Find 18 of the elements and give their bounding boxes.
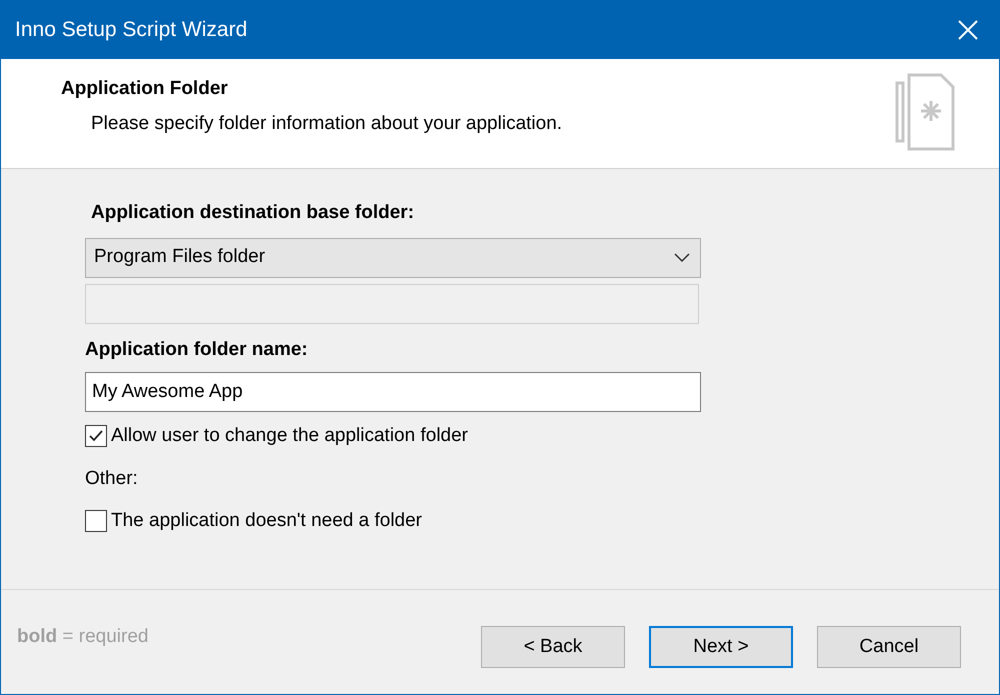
base-folder-dropdown[interactable]: Program Files folder [85,238,701,278]
page-subtitle: Please specify folder information about your application. [90,112,562,136]
checkbox-label: Allow user to change the application folder [111,424,468,448]
required-hint: bold = required [17,624,148,649]
page-title: Application Folder [61,77,229,101]
wizard-button[interactable]: < Back [481,626,625,668]
field-label: Application destination base folder: [90,201,416,225]
checkbox-label: The application doesn't need a folder [111,509,422,533]
close-icon[interactable] [957,19,979,41]
wizard-button[interactable]: Next > [649,626,793,668]
window-title: Inno Setup Script Wizard [15,17,248,44]
folder-name-field[interactable]: My Awesome App [85,372,701,412]
field-label: Application folder name: [85,338,309,362]
section-label: Other: [85,466,139,490]
checkbox[interactable] [85,510,107,532]
chevron-down-icon [674,252,690,262]
wizard-button[interactable]: Cancel [817,626,961,668]
checkbox[interactable] [85,425,107,448]
